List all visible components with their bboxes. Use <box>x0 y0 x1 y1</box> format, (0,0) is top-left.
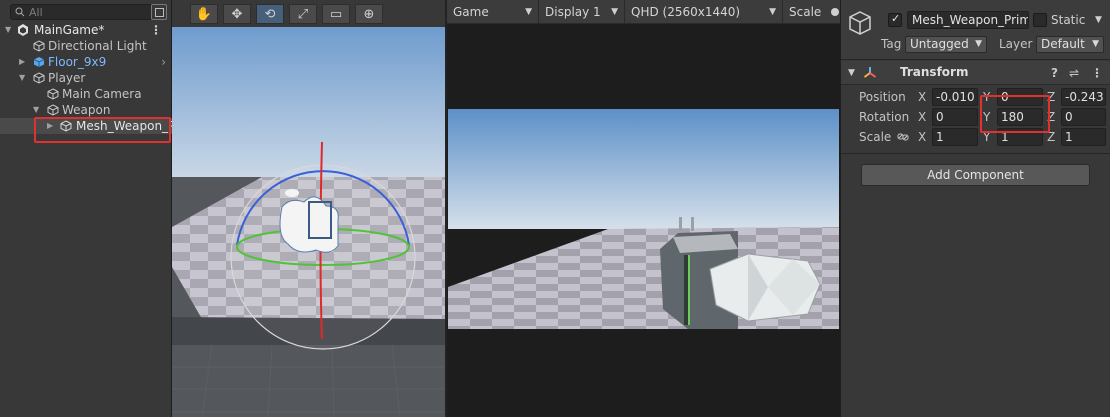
help-icon[interactable]: ? <box>1051 66 1058 80</box>
component-divider <box>841 153 1110 154</box>
static-dropdown-arrow-icon[interactable]: ▼ <box>1095 15 1102 25</box>
layer-value: Default <box>1041 37 1085 51</box>
resolution-dropdown[interactable]: QHD (2560x1440) ▼ <box>625 0 783 24</box>
scale-label: Scale <box>859 130 892 144</box>
expand-arrow-icon[interactable]: ▼ <box>19 70 25 86</box>
dropdown-arrow-icon: ▼ <box>1092 39 1099 49</box>
hierarchy-item-directional-light[interactable]: Directional Light <box>0 38 172 54</box>
layer-dropdown[interactable]: Default ▼ <box>1036 36 1104 53</box>
scale-x-field[interactable]: 1 <box>932 128 978 146</box>
move-tool-button[interactable]: ✥ <box>223 4 251 24</box>
hierarchy-item-player[interactable]: ▼ Player <box>0 70 172 86</box>
resolution-label: QHD (2560x1440) <box>631 5 741 19</box>
gameobject-cube-icon <box>47 88 59 100</box>
position-label: Position <box>859 90 906 104</box>
hierarchy-item-maingame[interactable]: ▼ MainGame* ⋮ <box>0 22 172 38</box>
game-tab-label: Game <box>453 5 489 19</box>
hierarchy-item-weapon[interactable]: ▼ Weapon <box>0 102 172 118</box>
scene-view-panel: ✋ ✥ ⟲ ⤢ ▭ ⊕ <box>172 0 447 417</box>
object-name-field[interactable]: Mesh_Weapon_Prim <box>907 11 1029 29</box>
rect-tool-button[interactable]: ▭ <box>322 4 350 24</box>
scale-icon: ⤢ <box>297 6 309 22</box>
rotate-tool-button[interactable]: ⟲ <box>256 4 284 24</box>
hierarchy-item-label: Floor_9x9 <box>48 55 107 69</box>
scene-menu-icon[interactable]: ⋮ <box>150 22 162 38</box>
transform-icon <box>863 67 877 78</box>
axis-x-label: X <box>918 90 927 104</box>
move-icon: ✥ <box>231 6 243 22</box>
hierarchy-item-label: Weapon <box>62 103 111 117</box>
position-z-field[interactable]: -0.243 <box>1061 88 1106 106</box>
transform-icon: ⊕ <box>363 6 375 22</box>
static-label: Static <box>1051 13 1086 27</box>
scale-label: Scale <box>789 5 822 19</box>
dropdown-arrow-icon: ▼ <box>525 7 532 17</box>
prefab-cube-icon <box>33 57 45 67</box>
search-placeholder: All <box>29 5 43 19</box>
expand-arrow-icon[interactable]: ▶ <box>19 54 25 70</box>
display-label: Display 1 <box>545 5 601 19</box>
hierarchy-item-floor[interactable]: ▶ Floor_9x9 › <box>0 54 172 70</box>
component-title: Transform <box>900 65 969 79</box>
chevron-right-icon[interactable]: › <box>161 54 166 70</box>
transform-tool-button[interactable]: ⊕ <box>355 4 383 24</box>
dropdown-arrow-icon: ▼ <box>611 7 618 17</box>
expand-arrow-icon[interactable]: ▼ <box>5 22 11 38</box>
scene-toolbar: ✋ ✥ ⟲ ⤢ ▭ ⊕ <box>172 0 445 27</box>
game-viewport[interactable] <box>448 109 839 329</box>
hierarchy-item-label: Player <box>48 71 86 85</box>
scale-slider[interactable]: Scale <box>783 0 840 24</box>
foldout-arrow-icon[interactable]: ▼ <box>848 68 855 78</box>
static-checkbox[interactable] <box>1033 13 1047 27</box>
gameobject-cube-icon <box>33 40 45 52</box>
search-by-type-button[interactable] <box>151 4 167 20</box>
scale-slider-handle[interactable] <box>831 8 839 16</box>
game-tab-dropdown[interactable]: Game ▼ <box>447 0 539 24</box>
hierarchy-item-label: MainGame* <box>34 23 105 37</box>
highlight-annotation <box>980 95 1050 133</box>
inspector-header: Mesh_Weapon_Prim Static ▼ Tag Untagged ▼… <box>841 0 1110 60</box>
active-checkbox[interactable] <box>888 12 902 27</box>
hierarchy-item-label: Main Camera <box>62 87 142 101</box>
highlight-annotation <box>34 117 171 143</box>
axis-x-label: X <box>918 130 927 144</box>
layer-label: Layer <box>999 37 1033 51</box>
hierarchy-search-input[interactable]: All <box>10 4 152 20</box>
preset-icon[interactable]: ⇌ <box>1069 66 1079 80</box>
tag-dropdown[interactable]: Untagged ▼ <box>905 36 987 53</box>
hand-tool-button[interactable]: ✋ <box>190 4 218 24</box>
search-icon <box>15 7 25 17</box>
rotation-z-field[interactable]: 0 <box>1061 108 1106 126</box>
expand-arrow-icon[interactable]: ▼ <box>33 102 39 118</box>
game-view-panel: Game ▼ Display 1 ▼ QHD (2560x1440) ▼ Sca… <box>447 0 840 417</box>
hierarchy-item-main-camera[interactable]: Main Camera <box>0 86 172 102</box>
rotation-x-field[interactable]: 0 <box>932 108 978 126</box>
display-dropdown[interactable]: Display 1 ▼ <box>539 0 625 24</box>
hand-icon: ✋ <box>195 6 213 22</box>
tag-value: Untagged <box>910 37 969 51</box>
gameobject-cube-icon <box>47 104 59 116</box>
dropdown-arrow-icon: ▼ <box>975 39 982 49</box>
gameobject-cube-icon <box>849 11 871 35</box>
transform-component-header[interactable]: ▼ Transform ? ⇌ ⋮ <box>841 61 1110 85</box>
hierarchy-item-label: Directional Light <box>48 39 147 53</box>
tag-label: Tag <box>881 37 902 51</box>
scene-viewport[interactable] <box>172 27 447 417</box>
inspector-panel: Mesh_Weapon_Prim Static ▼ Tag Untagged ▼… <box>840 0 1110 417</box>
add-component-button[interactable]: Add Component <box>861 164 1090 186</box>
constrain-proportions-icon[interactable] <box>897 131 909 143</box>
gameobject-cube-icon <box>33 72 45 84</box>
rect-icon: ▭ <box>329 6 343 22</box>
game-toolbar: Game ▼ Display 1 ▼ QHD (2560x1440) ▼ Sca… <box>447 0 840 24</box>
dropdown-arrow-icon: ▼ <box>769 7 776 17</box>
rotate-icon: ⟲ <box>264 6 276 22</box>
scale-tool-button[interactable]: ⤢ <box>289 4 317 24</box>
position-x-field[interactable]: -0.010 <box>932 88 978 106</box>
scale-z-field[interactable]: 1 <box>1061 128 1106 146</box>
hierarchy-panel: All ▼ MainGame* ⋮ Directional Light ▶ Fl… <box>0 0 175 417</box>
component-menu-icon[interactable]: ⋮ <box>1091 66 1103 80</box>
unity-logo-icon <box>18 24 28 36</box>
axis-x-label: X <box>918 110 927 124</box>
rotation-label: Rotation <box>859 110 910 124</box>
